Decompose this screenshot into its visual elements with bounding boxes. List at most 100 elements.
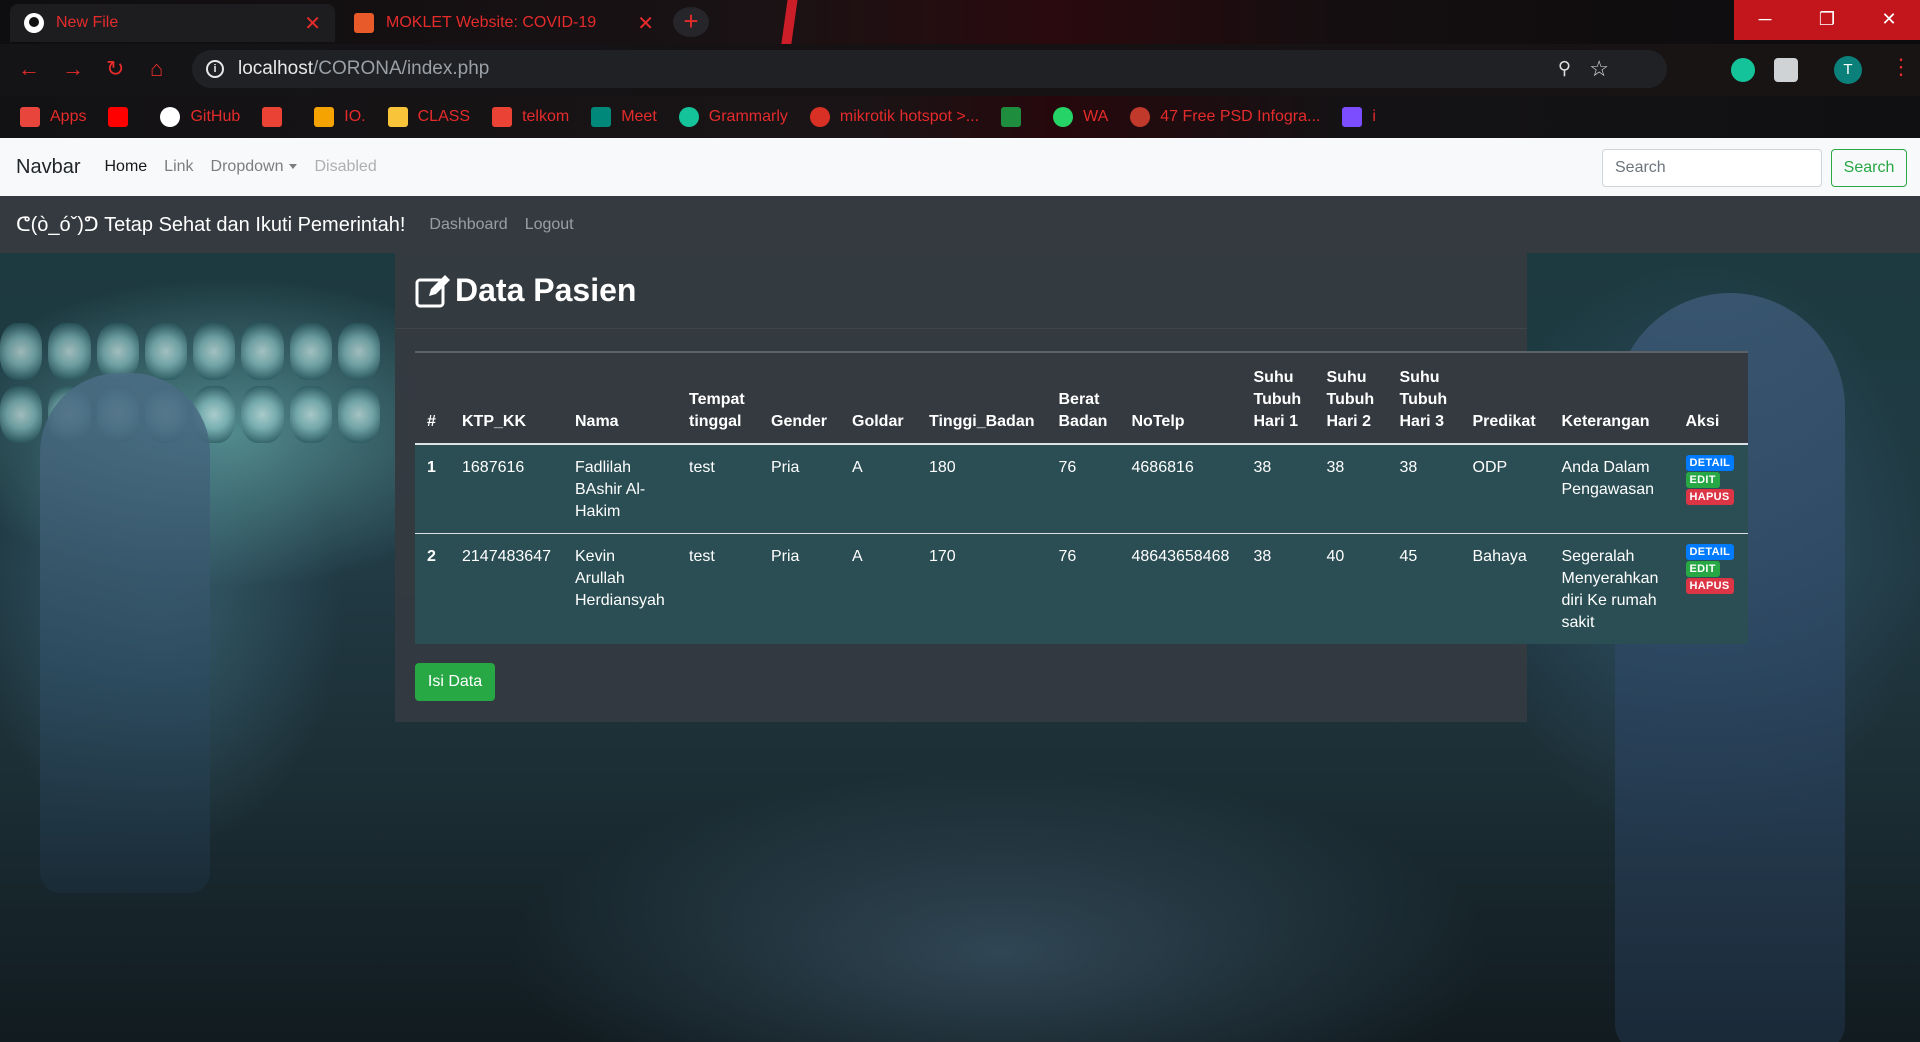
- grammarly-extension-icon[interactable]: [1731, 58, 1755, 82]
- detail-button[interactable]: DETAIL: [1685, 455, 1735, 471]
- cell-tempat: test: [677, 533, 759, 644]
- back-arrow-icon[interactable]: ←: [18, 56, 40, 82]
- cell-nama: Kevin Arullah Herdiansyah: [563, 533, 677, 644]
- edit-button[interactable]: EDIT: [1685, 472, 1720, 488]
- cell-suhu-2: 38: [1326, 459, 1345, 476]
- close-icon[interactable]: ✕: [637, 11, 654, 36]
- classroom-icon: [1001, 107, 1022, 127]
- delete-button[interactable]: HAPUS: [1685, 489, 1734, 505]
- col-header: Goldar: [840, 351, 917, 445]
- col-header: Gender: [759, 351, 840, 445]
- address-bar[interactable]: i localhost/CORONA/index.php ⚲ ☆: [192, 50, 1667, 88]
- col-header: NoTelp: [1119, 351, 1242, 445]
- cell-nama: Fadlilah BAshir Al-Hakim: [575, 459, 646, 520]
- bookmark-infographic[interactable]: 47 Free PSD Infogra...: [1130, 107, 1320, 127]
- panel-header: Data Pasien: [395, 253, 1527, 329]
- cell-ktp: 1687616: [462, 459, 525, 476]
- tab-new-file[interactable]: New File ✕: [10, 4, 335, 42]
- site-favicon-icon: [354, 13, 374, 33]
- detail-button[interactable]: DETAIL: [1685, 544, 1735, 560]
- cell-index: 1: [427, 459, 436, 476]
- gmail-icon: [262, 107, 283, 127]
- io-icon: [314, 107, 335, 127]
- col-header: KTP_KK: [450, 351, 563, 445]
- gmail-icon: [492, 107, 513, 127]
- bookmark-i[interactable]: i: [1342, 107, 1376, 127]
- tab-title: MOKLET Website: COVID-19: [386, 14, 597, 31]
- decorative-streak: [780, 0, 798, 50]
- forward-arrow-icon[interactable]: →: [62, 56, 84, 82]
- nav-logout[interactable]: Logout: [525, 216, 574, 234]
- nav-dashboard[interactable]: Dashboard: [429, 216, 507, 234]
- cell-suhu-1: 38: [1241, 533, 1315, 644]
- meet-icon: [591, 107, 612, 127]
- bookmark-mikrotik[interactable]: mikrotik hotspot >...: [809, 107, 979, 127]
- tab-moklet[interactable]: MOKLET Website: COVID-19 ✕: [340, 4, 668, 42]
- cell-aksi: DETAIL EDIT HAPUS: [1674, 444, 1749, 534]
- nav-link[interactable]: Link: [164, 158, 193, 176]
- top-navbar: Navbar Home Link Dropdown Disabled Searc…: [0, 138, 1920, 196]
- feather-icon: [1342, 107, 1363, 127]
- tab-title: New File: [56, 14, 119, 31]
- page-title: Data Pasien: [455, 272, 637, 308]
- col-header: Nama: [563, 351, 677, 445]
- cell-ktp: 2147483647: [450, 533, 563, 644]
- url-text[interactable]: localhost/CORONA/index.php: [238, 58, 489, 80]
- edit-button[interactable]: EDIT: [1685, 561, 1720, 577]
- edit-icon: [415, 274, 451, 308]
- table-header-row: # KTP_KK Nama Tempat tinggal Gender Gold…: [415, 351, 1748, 445]
- profile-avatar[interactable]: T: [1834, 56, 1862, 84]
- bookmark-apps[interactable]: Apps: [20, 107, 86, 127]
- nav-home[interactable]: Home: [104, 158, 147, 176]
- cell-berat: 76: [1046, 533, 1120, 644]
- surgeon-figure: [40, 373, 210, 893]
- home-icon[interactable]: ⌂: [150, 56, 163, 82]
- cell-tinggi: 180: [929, 459, 956, 476]
- cell-suhu-3: 38: [1399, 459, 1418, 476]
- search-button[interactable]: Search: [1831, 149, 1907, 187]
- caret-down-icon: [289, 164, 298, 170]
- col-header: Tinggi_Badan: [917, 351, 1047, 445]
- reload-icon[interactable]: ↻: [106, 56, 124, 82]
- bookmark-youtube[interactable]: [108, 107, 138, 127]
- subbar-brand[interactable]: ᕦ(ò_óˇ)ᕤ Tetap Sehat dan Ikuti Pemerinta…: [16, 212, 405, 237]
- col-header: Aksi: [1673, 351, 1748, 445]
- bookmark-classroom[interactable]: [1001, 107, 1031, 127]
- search-icon[interactable]: ⚲: [1558, 58, 1571, 79]
- bookmark-telkom[interactable]: telkom: [492, 107, 569, 127]
- col-header: Predikat: [1460, 351, 1550, 445]
- bookmark-github[interactable]: GitHub: [160, 107, 240, 127]
- github-icon: [24, 13, 44, 33]
- new-tab-button[interactable]: +: [673, 7, 709, 37]
- site-info-icon[interactable]: i: [206, 60, 224, 78]
- menu-kebab-icon[interactable]: ⋮: [1890, 54, 1912, 80]
- apps-grid-icon: [20, 107, 40, 127]
- mikrotik-icon: [809, 107, 830, 127]
- close-icon[interactable]: ✕: [304, 11, 321, 36]
- bookmark-wa[interactable]: WA: [1053, 107, 1108, 127]
- whatsapp-icon: [1053, 107, 1074, 127]
- delete-button[interactable]: HAPUS: [1685, 578, 1734, 594]
- cell-suhu-3: 45: [1387, 533, 1461, 644]
- bookmark-io[interactable]: IO.: [314, 107, 366, 127]
- add-data-button[interactable]: Isi Data: [415, 663, 495, 701]
- minimize-button[interactable]: ─: [1734, 0, 1796, 40]
- search-input[interactable]: Search: [1602, 149, 1822, 187]
- extension-icon[interactable]: [1774, 58, 1798, 82]
- nav-dropdown[interactable]: Dropdown: [211, 158, 298, 176]
- cell-berat: 76: [1058, 459, 1077, 476]
- close-window-button[interactable]: ✕: [1858, 0, 1920, 40]
- col-header: Suhu Tubuh Hari 1: [1241, 351, 1315, 445]
- grammarly-icon: [678, 107, 699, 127]
- bookmark-gmail[interactable]: [262, 107, 292, 127]
- bookmark-meet[interactable]: Meet: [591, 107, 657, 127]
- restore-button[interactable]: ❐: [1796, 0, 1858, 40]
- cell-suhu-2: 40: [1314, 533, 1388, 644]
- cell-predikat: ODP: [1472, 459, 1508, 476]
- star-icon[interactable]: ☆: [1589, 56, 1609, 82]
- classroom-icon: [387, 107, 408, 127]
- bookmark-grammarly[interactable]: Grammarly: [678, 107, 788, 127]
- navbar-brand[interactable]: Navbar: [16, 156, 80, 179]
- cell-keterangan: Segeralah Menyerahkan diri Ke rumah saki…: [1549, 533, 1674, 644]
- bookmark-class[interactable]: CLASS: [387, 107, 470, 127]
